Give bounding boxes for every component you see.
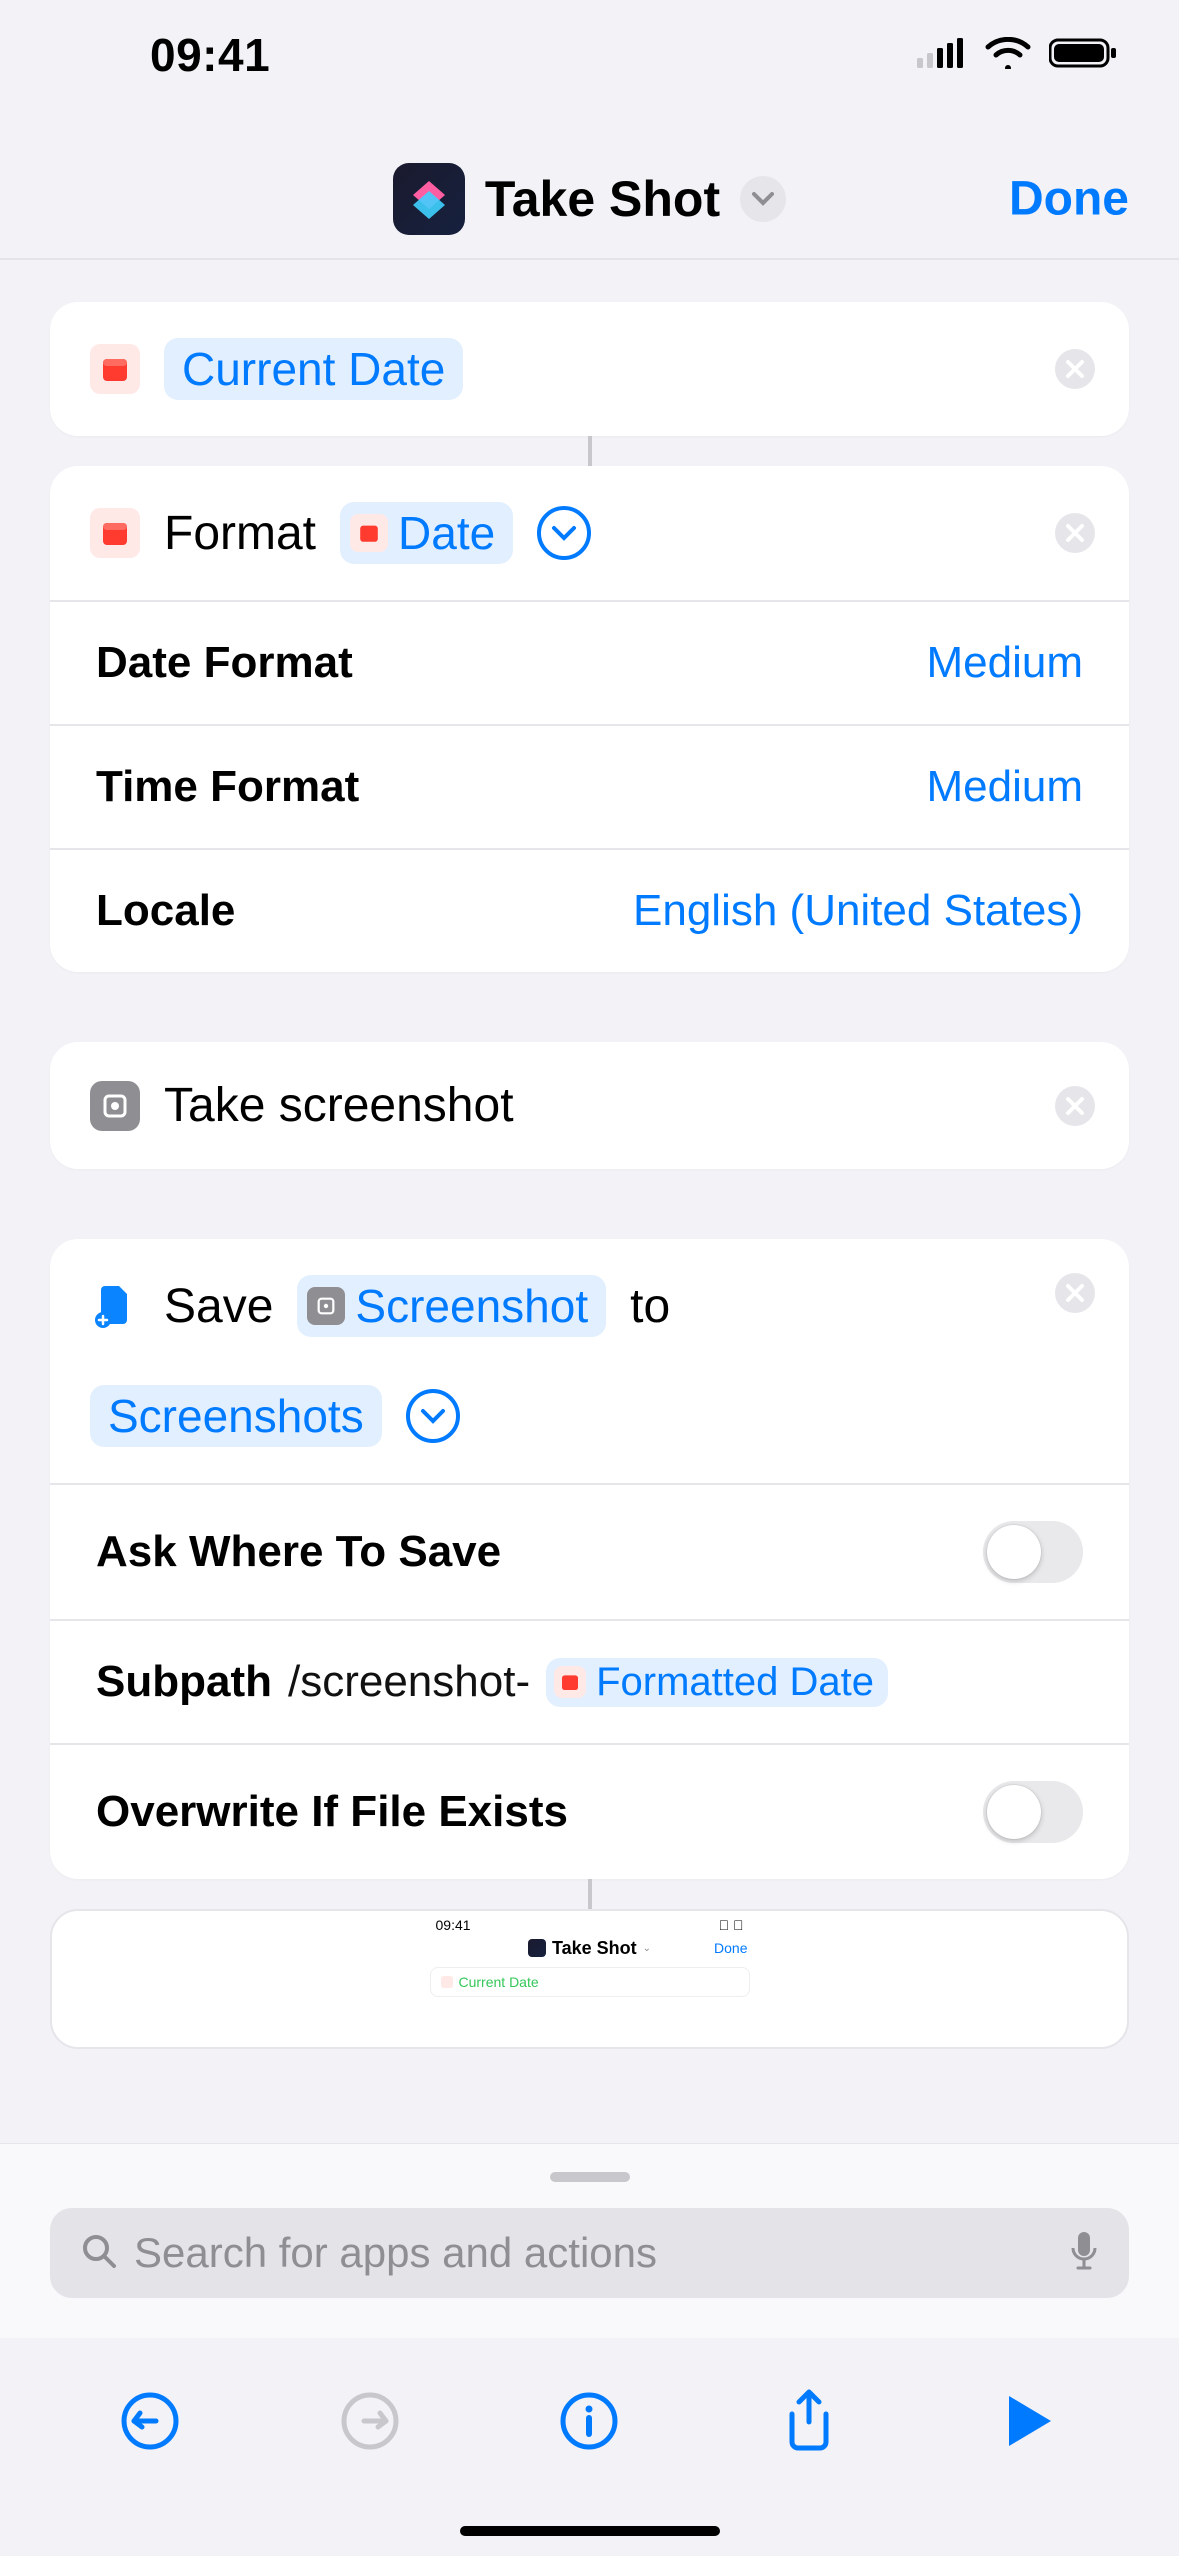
nav-bar: Take Shot Done (0, 140, 1179, 260)
save-input-token[interactable]: Screenshot (297, 1275, 606, 1337)
collapse-chevron-icon[interactable] (406, 1389, 460, 1443)
calendar-icon (90, 508, 140, 558)
nav-title-group[interactable]: Take Shot (393, 163, 786, 235)
format-token-text: Date (398, 506, 495, 560)
info-button[interactable] (554, 2386, 624, 2456)
file-save-icon (90, 1281, 140, 1331)
status-time: 09:41 (150, 28, 270, 82)
action-format-date[interactable]: Format Date Date Format Medium Time Form… (50, 466, 1129, 972)
share-button[interactable] (774, 2386, 844, 2456)
delete-action-button[interactable] (1055, 513, 1095, 553)
format-label: Format (164, 506, 316, 561)
format-input-token[interactable]: Date (340, 502, 513, 564)
status-indicators (917, 37, 1119, 74)
search-field[interactable]: Search for apps and actions (50, 2208, 1129, 2298)
home-indicator[interactable] (460, 2526, 720, 2536)
current-date-token[interactable]: Current Date (164, 338, 463, 400)
shortcuts-app-icon (393, 163, 465, 235)
editor-content: Current Date Format Date (0, 262, 1179, 2136)
screenshot-label: Take screenshot (164, 1078, 514, 1133)
status-bar: 09:41 (0, 0, 1179, 110)
subpath-prefix: /screenshot- (288, 1657, 530, 1707)
ask-where-toggle[interactable] (983, 1521, 1083, 1583)
locale-row[interactable]: Locale English (United States) (50, 848, 1129, 972)
search-placeholder: Search for apps and actions (134, 2229, 1053, 2277)
save-verb: Save (164, 1279, 273, 1334)
redo-button[interactable] (335, 2386, 405, 2456)
screenshot-icon (90, 1081, 140, 1131)
save-input-token-text: Screenshot (355, 1279, 588, 1333)
preview-status-bar: 09:41 􀙇 􀛨 (420, 1911, 760, 1933)
overwrite-toggle[interactable] (983, 1781, 1083, 1843)
row-label: Time Format (96, 762, 359, 812)
preview-action-row: Current Date (430, 1967, 750, 1997)
flow-connector (588, 436, 592, 466)
subpath-row[interactable]: Subpath /screenshot- Formatted Date (50, 1619, 1129, 1743)
done-button[interactable]: Done (1009, 172, 1129, 227)
screenshot-icon (307, 1287, 345, 1325)
action-take-screenshot[interactable]: Take screenshot (50, 1042, 1129, 1169)
save-destination-token[interactable]: Screenshots (90, 1385, 382, 1447)
collapse-chevron-icon[interactable] (537, 506, 591, 560)
row-value: Medium (927, 638, 1084, 688)
drag-handle[interactable] (550, 2172, 630, 2182)
formatted-date-token[interactable]: Formatted Date (546, 1658, 888, 1707)
dictation-icon[interactable] (1069, 2230, 1099, 2277)
delete-action-button[interactable] (1055, 349, 1095, 389)
calendar-icon (90, 344, 140, 394)
row-label: Locale (96, 886, 235, 936)
run-button[interactable] (994, 2386, 1064, 2456)
wifi-icon (985, 37, 1031, 74)
search-icon (80, 2232, 118, 2275)
undo-button[interactable] (115, 2386, 185, 2456)
delete-action-button[interactable] (1055, 1086, 1095, 1126)
row-value: English (United States) (633, 886, 1083, 936)
row-value: Medium (927, 762, 1084, 812)
save-to-word: to (630, 1279, 670, 1334)
ask-where-row: Ask Where To Save (50, 1483, 1129, 1619)
row-label: Date Format (96, 638, 353, 688)
formatted-date-token-text: Formatted Date (596, 1660, 874, 1705)
bottom-toolbar (0, 2356, 1179, 2486)
row-label: Subpath (96, 1657, 272, 1707)
row-label: Ask Where To Save (96, 1527, 501, 1577)
preview-nav: Take Shot ⌄ Done (420, 1933, 760, 1963)
calendar-icon (554, 1666, 586, 1698)
calendar-icon (350, 514, 388, 552)
delete-action-button[interactable] (1055, 1273, 1095, 1313)
time-format-row[interactable]: Time Format Medium (50, 724, 1129, 848)
overwrite-row: Overwrite If File Exists (50, 1743, 1129, 1879)
shortcut-title: Take Shot (485, 170, 720, 228)
result-preview[interactable]: 09:41 􀙇 􀛨 Take Shot ⌄ Done Current Date (50, 1909, 1129, 2049)
action-current-date[interactable]: Current Date (50, 302, 1129, 436)
date-format-row[interactable]: Date Format Medium (50, 600, 1129, 724)
cellular-icon (917, 38, 967, 73)
flow-connector (588, 1879, 592, 1909)
battery-icon (1049, 37, 1119, 74)
action-save-file[interactable]: Save Screenshot to Screenshots Ask Where… (50, 1239, 1129, 1879)
title-chevron-icon[interactable] (740, 176, 786, 222)
row-label: Overwrite If File Exists (96, 1787, 568, 1837)
search-panel: Search for apps and actions (0, 2143, 1179, 2338)
